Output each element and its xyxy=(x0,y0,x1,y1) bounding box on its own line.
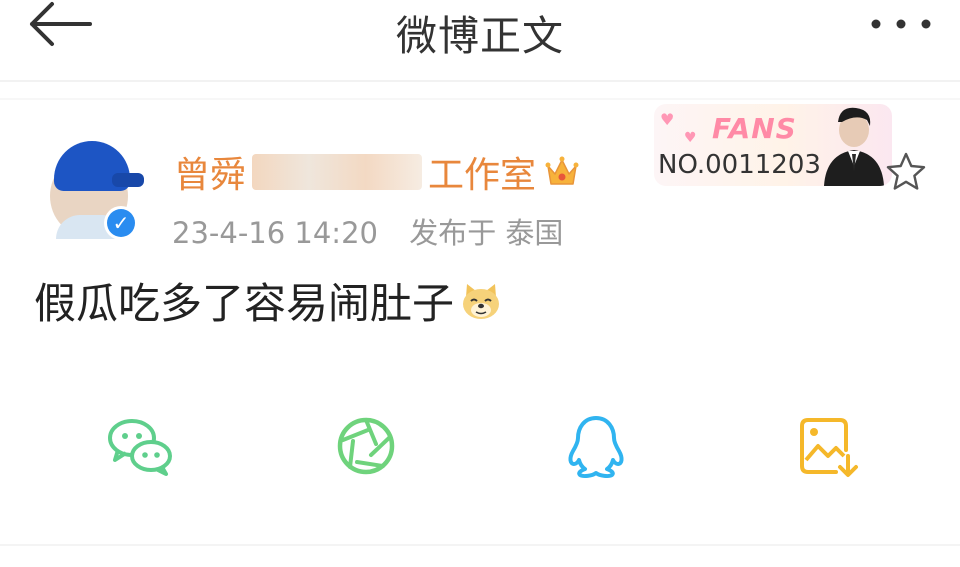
author-name[interactable]: 曾舜 工作室 xyxy=(174,146,580,198)
doge-icon xyxy=(463,283,500,319)
more-dots-icon xyxy=(871,19,931,29)
nav-divider xyxy=(0,80,960,82)
fans-card[interactable]: ♥ ♥ FANS NO.0011203 xyxy=(654,104,892,186)
favorite-button[interactable] xyxy=(884,150,928,194)
page-title: 微博正文 xyxy=(396,12,564,60)
fans-number: NO.0011203 xyxy=(658,150,821,180)
heart-icon: ♥ xyxy=(684,130,697,146)
post-meta: 23-4-16 14:20 发布于 泰国 xyxy=(172,210,563,252)
author-name-suffix: 工作室 xyxy=(428,155,537,196)
share-moments-button[interactable] xyxy=(330,410,402,482)
share-bar xyxy=(0,410,960,490)
author-name-prefix: 曾舜 xyxy=(174,155,247,196)
share-wechat-button[interactable] xyxy=(104,410,176,482)
fans-card-portrait xyxy=(824,107,884,186)
avatar-visor xyxy=(112,173,144,187)
name-blur-mask xyxy=(252,154,423,190)
heart-icon: ♥ xyxy=(660,110,675,129)
fans-label: FANS xyxy=(712,112,797,145)
post-text: 假瓜吃多了容易闹肚子 xyxy=(34,279,455,328)
wechat-icon xyxy=(108,419,172,476)
bottom-divider xyxy=(0,544,960,546)
post-content: 假瓜吃多了容易闹肚子 xyxy=(34,270,502,331)
moments-icon xyxy=(337,417,395,475)
star-icon xyxy=(886,152,926,190)
save-image-button[interactable] xyxy=(792,410,864,482)
post-location: 发布于 泰国 xyxy=(409,216,564,250)
save-image-icon xyxy=(800,418,858,477)
crown-icon xyxy=(545,156,579,185)
verified-check-icon: ✓ xyxy=(107,209,135,237)
verified-badge: ✓ xyxy=(104,206,138,240)
post-time: 23-4-16 14:20 xyxy=(172,216,378,250)
top-nav-bar: 微博正文 xyxy=(0,0,960,80)
share-qq-button[interactable] xyxy=(560,410,632,482)
more-button[interactable] xyxy=(868,10,934,38)
content-divider xyxy=(0,98,960,100)
qq-icon xyxy=(568,416,624,479)
